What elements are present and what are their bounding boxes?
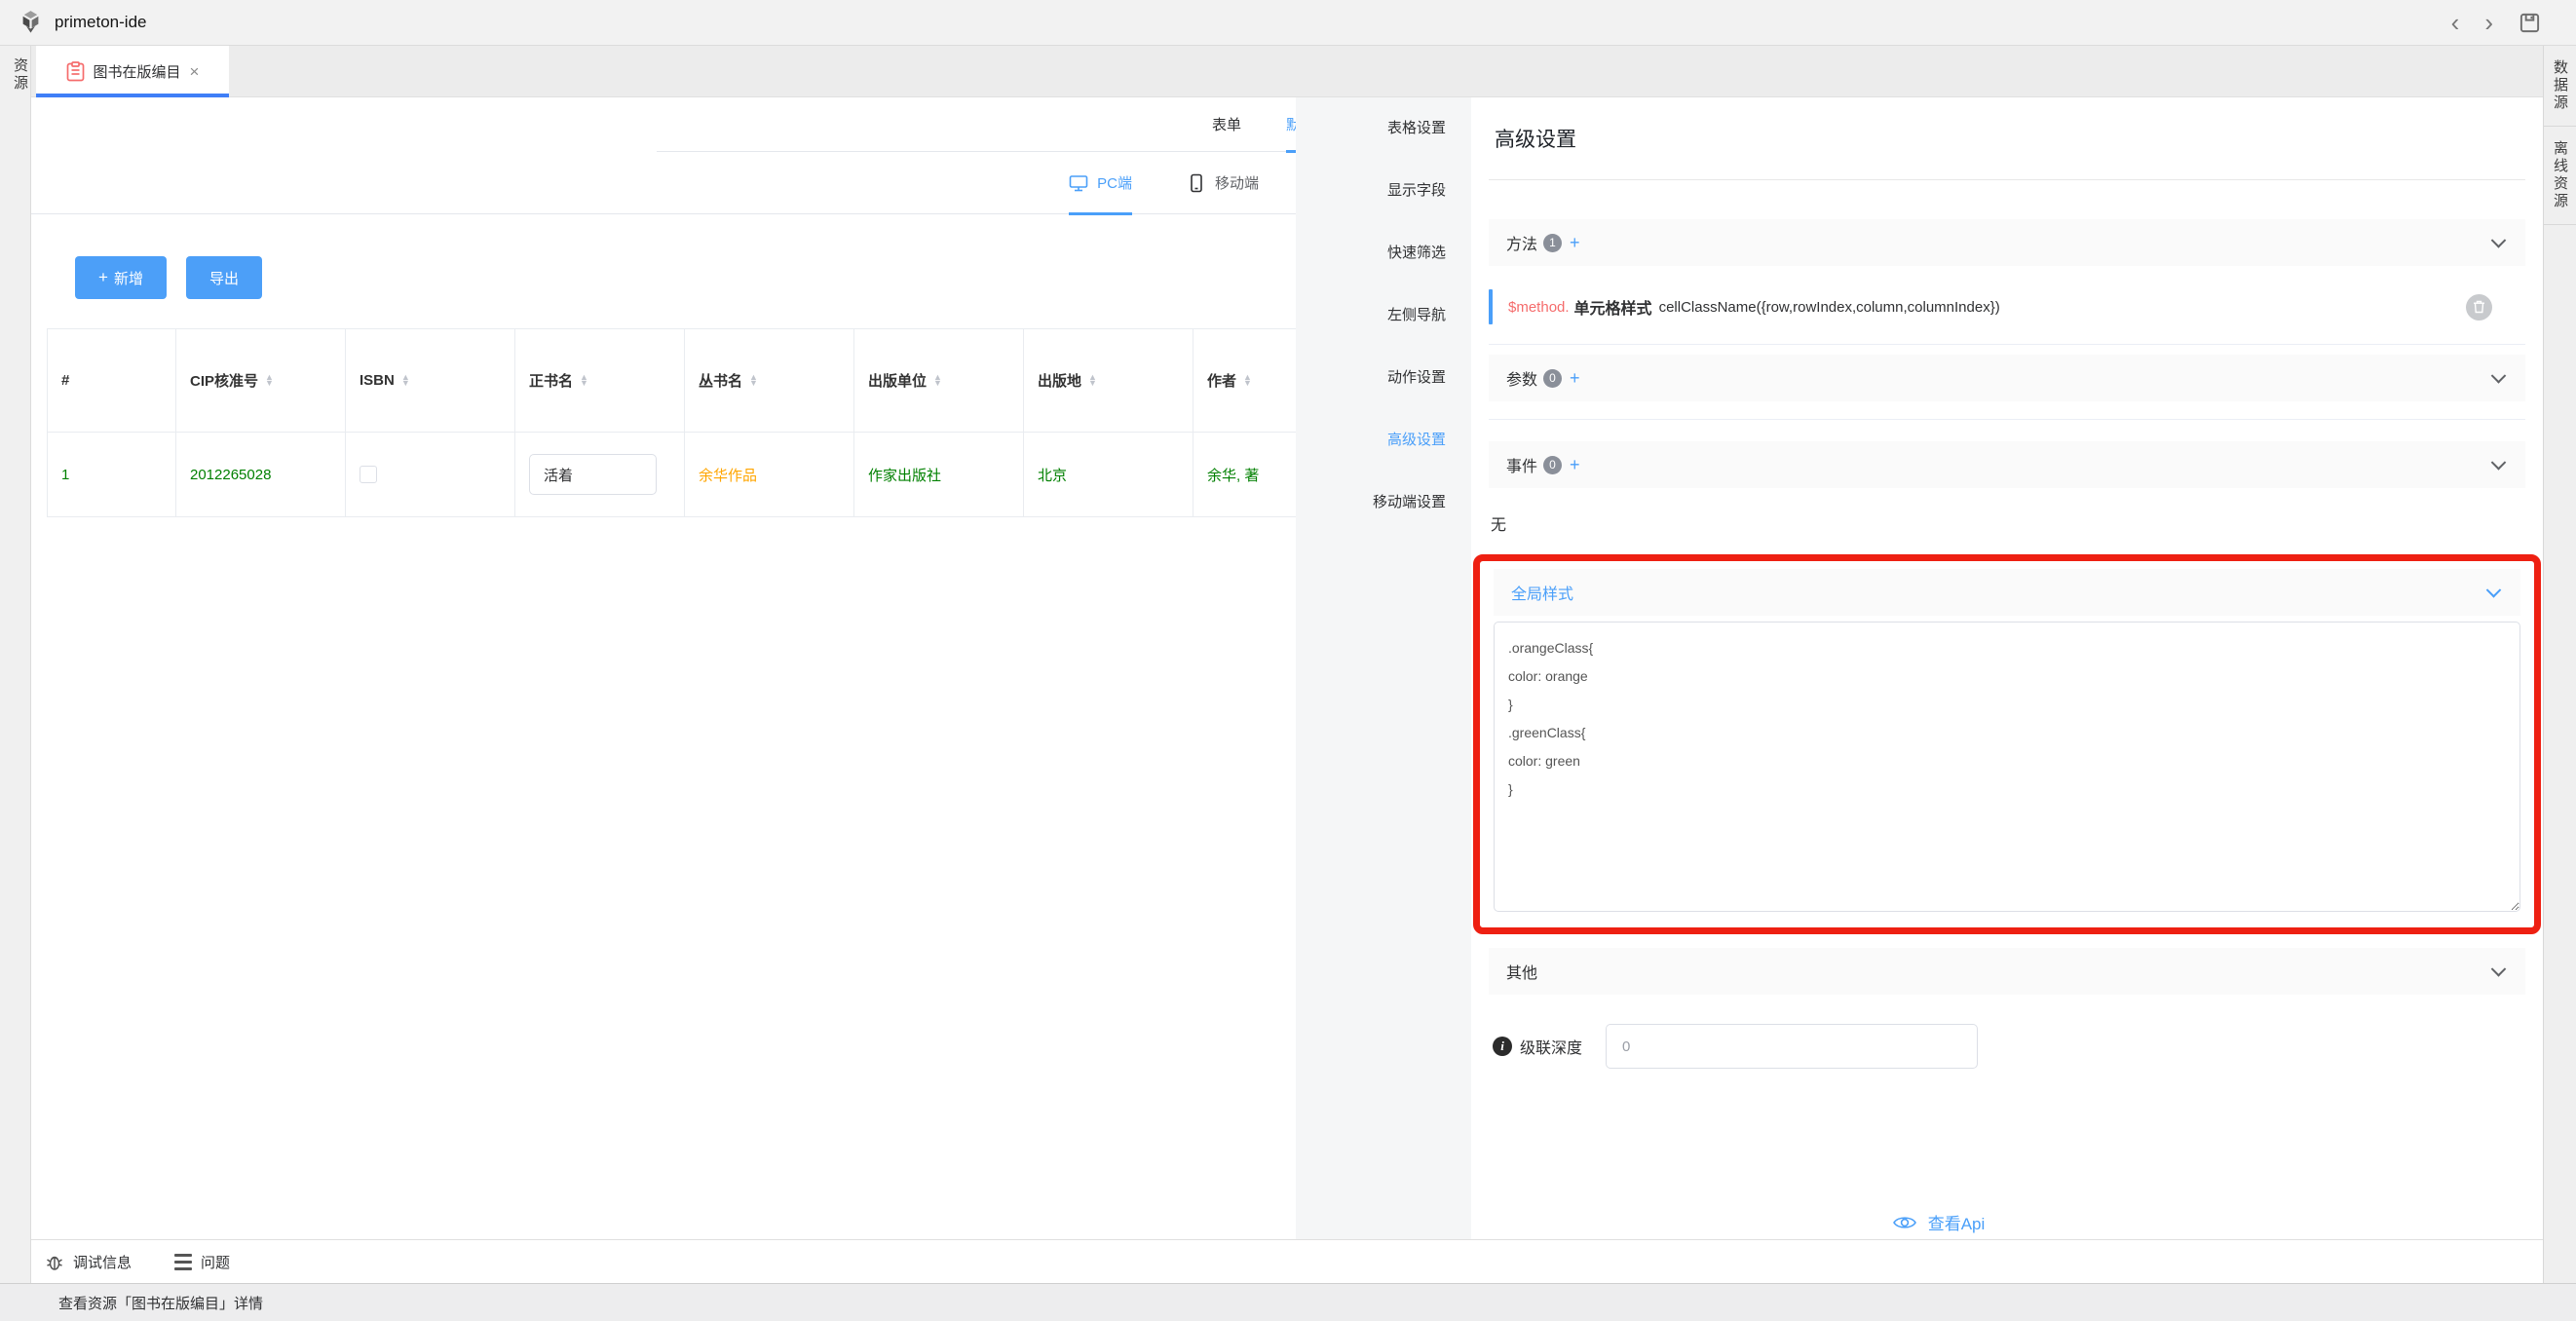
delete-method-button[interactable] xyxy=(2466,294,2492,321)
panel-title: 高级设置 xyxy=(1489,97,2525,180)
device-tabs: PC端 移动端 xyxy=(31,152,1296,214)
cell-series: 余华作品 xyxy=(685,433,854,517)
count-badge: 1 xyxy=(1543,234,1562,252)
nav-forward-icon[interactable]: › xyxy=(2484,10,2493,35)
phone-icon xyxy=(1187,173,1206,193)
cascade-depth-row: i 级联深度 xyxy=(1489,1024,2525,1069)
menu-item-advanced-settings[interactable]: 高级设置 xyxy=(1296,409,1471,472)
sort-icon[interactable]: ▲▼ xyxy=(1088,375,1097,386)
add-event-icon[interactable]: + xyxy=(1570,455,1580,475)
add-method-icon[interactable]: + xyxy=(1570,233,1580,253)
menu-item-left-nav[interactable]: 左侧导航 xyxy=(1296,284,1471,347)
bottom-panel-bar: 调试信息 问题 xyxy=(31,1239,2543,1283)
cascade-depth-input[interactable] xyxy=(1606,1024,1978,1069)
column-header-series: 丛书名 ▲▼ xyxy=(685,329,854,433)
books-table: # CIP核准号 ▲▼ ISBN ▲▼ 正书名 ▲▼ 丛书名 ▲▼ 出版单位 ▲… xyxy=(47,328,1364,517)
settings-drawer: 表格设置 显示字段 快速筛选 左侧导航 动作设置 高级设置 移动端设置 高级设置… xyxy=(1296,97,2543,1239)
method-accent-bar xyxy=(1489,289,1493,324)
section-global-style[interactable]: 全局样式 xyxy=(1494,569,2520,616)
sidebar-item-datasource[interactable]: 数据源 xyxy=(2544,46,2576,127)
cell-index: 1 xyxy=(48,433,176,517)
app-logo-icon xyxy=(18,10,44,36)
trash-icon xyxy=(2473,300,2485,314)
global-style-textarea[interactable]: .orangeClass{ color: orange } .greenClas… xyxy=(1494,622,2520,912)
document-icon xyxy=(66,61,85,82)
tab-pc[interactable]: PC端 xyxy=(1069,152,1132,214)
chevron-down-icon[interactable] xyxy=(2486,583,2502,598)
count-badge: 0 xyxy=(1543,369,1562,388)
column-header-cip: CIP核准号 ▲▼ xyxy=(176,329,346,433)
close-icon[interactable]: × xyxy=(190,62,200,82)
tab-form[interactable]: 表单 xyxy=(1212,97,1241,152)
cell-publisher: 作家出版社 xyxy=(854,433,1024,517)
editor-tab-label: 图书在版编目 xyxy=(94,61,181,82)
menu-item-mobile-settings[interactable]: 移动端设置 xyxy=(1296,472,1471,534)
debug-info-tab[interactable]: 调试信息 xyxy=(45,1252,132,1272)
editor-tab-bar: 图书在版编目 × xyxy=(31,46,2543,97)
list-icon xyxy=(174,1254,192,1270)
count-badge: 0 xyxy=(1543,456,1562,474)
section-params[interactable]: 参数 0 + xyxy=(1489,355,2525,401)
cell-cip: 2012265028 xyxy=(176,433,346,517)
plus-icon: + xyxy=(98,268,108,287)
sort-icon[interactable]: ▲▼ xyxy=(580,375,588,386)
method-item: $method. 单元格样式 cellClassName({row,rowInd… xyxy=(1489,282,2525,332)
status-bar: 查看资源「图书在版编目」详情 xyxy=(0,1283,2576,1321)
nav-back-icon[interactable]: ‹ xyxy=(2451,10,2460,35)
column-header-isbn: ISBN ▲▼ xyxy=(346,329,515,433)
right-sidebar-rail: 数据源 离线资源 xyxy=(2543,46,2576,1283)
cell-place: 北京 xyxy=(1024,433,1193,517)
cell-isbn xyxy=(346,433,515,517)
left-sidebar-rail: 资源 xyxy=(0,46,31,1283)
section-events[interactable]: 事件 0 + xyxy=(1489,441,2525,488)
chevron-down-icon[interactable] xyxy=(2491,455,2507,471)
table-toolbar: + 新增 导出 xyxy=(75,256,262,299)
sidebar-item-offline-resources[interactable]: 离线资源 xyxy=(2544,127,2576,225)
editor-tab-book-cip[interactable]: 图书在版编目 × xyxy=(36,46,229,97)
drawer-content: 高级设置 方法 1 + $method. 单元格样式 cellClassName… xyxy=(1471,97,2543,1239)
drawer-menu: 表格设置 显示字段 快速筛选 左侧导航 动作设置 高级设置 移动端设置 xyxy=(1296,97,1471,1239)
eye-icon xyxy=(1893,1215,1916,1230)
highlight-annotation-box: 全局样式 .orangeClass{ color: orange } .gree… xyxy=(1473,554,2541,934)
status-text: 查看资源「图书在版编目」详情 xyxy=(58,1293,263,1313)
section-other[interactable]: 其他 xyxy=(1489,948,2525,995)
cascade-depth-label: 级联深度 xyxy=(1520,1035,1582,1058)
column-header-index: # xyxy=(48,329,176,433)
sidebar-item-resources[interactable]: 资源 xyxy=(0,57,30,93)
add-param-icon[interactable]: + xyxy=(1570,368,1580,389)
bug-icon xyxy=(45,1252,64,1271)
add-button[interactable]: + 新增 xyxy=(75,256,167,299)
chevron-down-icon[interactable] xyxy=(2491,233,2507,248)
view-tabs: 表单 默认视图 xyxy=(657,97,1358,152)
sort-icon[interactable]: ▲▼ xyxy=(265,375,274,386)
column-header-title: 正书名 ▲▼ xyxy=(515,329,685,433)
menu-item-quick-filter[interactable]: 快速筛选 xyxy=(1296,222,1471,284)
tab-mobile[interactable]: 移动端 xyxy=(1187,152,1259,214)
chevron-down-icon[interactable] xyxy=(2491,962,2507,977)
column-header-publisher: 出版单位 ▲▼ xyxy=(854,329,1024,433)
title-input[interactable] xyxy=(529,454,657,495)
sort-icon[interactable]: ▲▼ xyxy=(1243,375,1252,386)
chevron-down-icon[interactable] xyxy=(2491,368,2507,384)
cell-title xyxy=(515,433,685,517)
info-icon: i xyxy=(1493,1037,1512,1056)
sort-icon[interactable]: ▲▼ xyxy=(749,375,758,386)
menu-item-table-settings[interactable]: 表格设置 xyxy=(1296,97,1471,160)
section-methods[interactable]: 方法 1 + xyxy=(1489,219,2525,266)
problems-tab[interactable]: 问题 xyxy=(174,1252,230,1272)
isbn-checkbox[interactable] xyxy=(360,466,377,483)
app-title: primeton-ide xyxy=(55,13,147,32)
export-button[interactable]: 导出 xyxy=(186,256,262,299)
menu-item-display-fields[interactable]: 显示字段 xyxy=(1296,160,1471,222)
title-bar: primeton-ide ‹ › xyxy=(0,0,2576,46)
monitor-icon xyxy=(1069,173,1088,193)
events-empty-text: 无 xyxy=(1489,511,2525,535)
sort-icon[interactable]: ▲▼ xyxy=(933,375,942,386)
menu-item-action-settings[interactable]: 动作设置 xyxy=(1296,347,1471,409)
view-api-link[interactable]: 查看Api xyxy=(1421,1210,2457,1234)
sort-icon[interactable]: ▲▼ xyxy=(401,375,410,386)
save-icon[interactable] xyxy=(2519,12,2541,34)
column-header-place: 出版地 ▲▼ xyxy=(1024,329,1193,433)
